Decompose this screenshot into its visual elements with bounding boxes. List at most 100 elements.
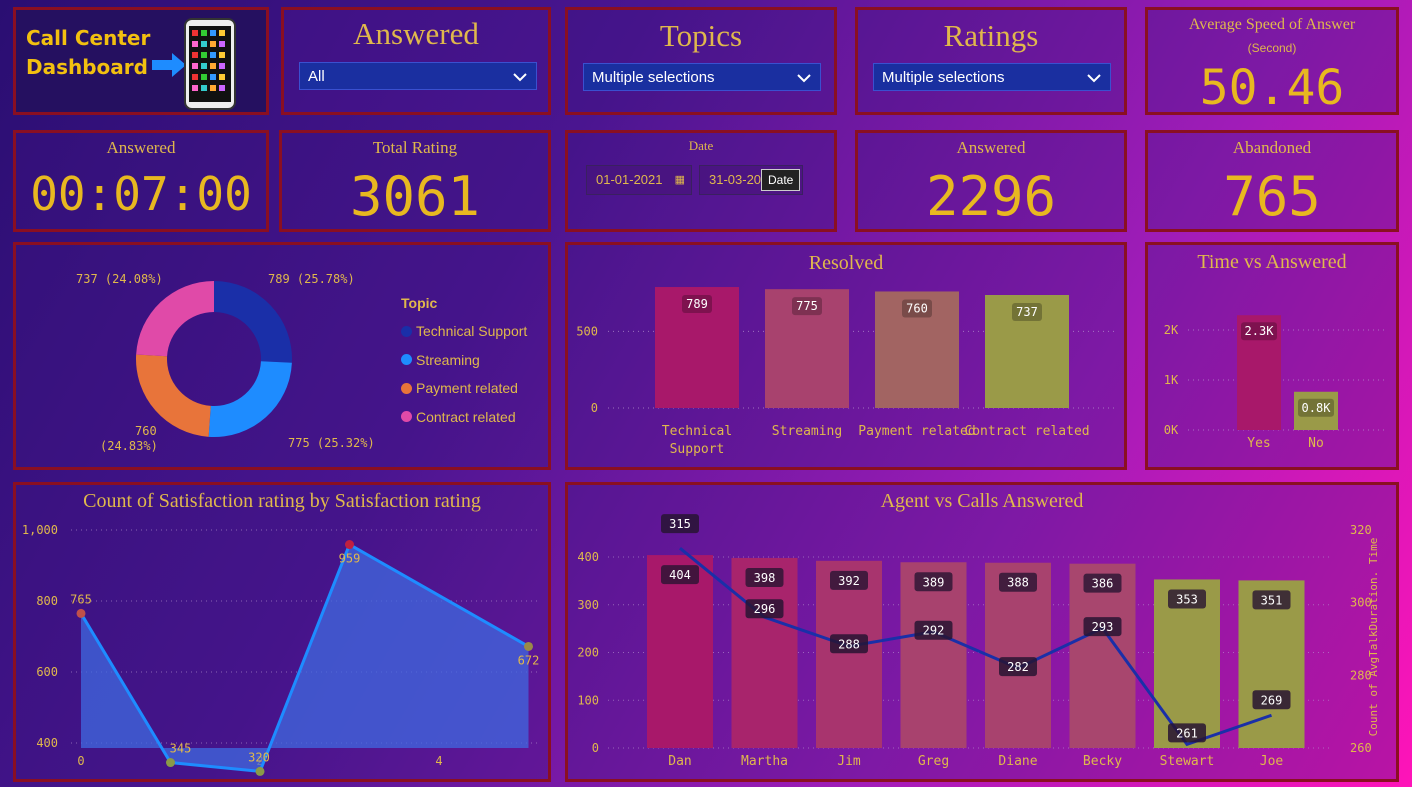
- donut-slice: [136, 281, 214, 357]
- start-date-input[interactable]: 01-01-2021 ▦: [586, 165, 692, 195]
- line-label: 293: [1092, 620, 1114, 634]
- x-tick-label: Technical: [662, 424, 732, 439]
- chevron-down-icon: [796, 64, 812, 102]
- chevron-down-icon: [1086, 64, 1102, 102]
- x-tick-label: Contract related: [964, 424, 1089, 439]
- answered-slicer[interactable]: Answered All: [281, 7, 551, 115]
- arrow-icon: [152, 53, 188, 82]
- legend-item: Technical Support: [401, 317, 527, 346]
- legend-swatch: [401, 382, 412, 394]
- x-tick-label: 4: [435, 754, 442, 768]
- x-tick-label: Stewart: [1160, 754, 1215, 769]
- legend-label: Contract related: [416, 408, 516, 425]
- abandoned-title: Abandoned: [1232, 138, 1312, 157]
- total-rating-title: Total Rating: [372, 138, 458, 157]
- data-point: [524, 641, 533, 651]
- x-tick-label: Yes: [1247, 436, 1270, 451]
- data-label: 737: [1016, 305, 1038, 319]
- date-slicer[interactable]: Date 01-01-2021 ▦ 31-03-20 Date: [565, 130, 837, 232]
- calendar-icon: ▦: [674, 174, 685, 186]
- x-tick-label: Jim: [837, 754, 861, 769]
- y-tick-label: 2K: [1164, 323, 1179, 337]
- data-label: 2.3K: [1245, 324, 1275, 338]
- y2-axis-label: Count of AvgTalkDuration. Time: [1367, 538, 1380, 737]
- legend-item: Streaming: [401, 346, 527, 375]
- y-tick-label: 200: [577, 646, 599, 660]
- topic-legend: Technical Support Streaming Payment relate…: [401, 317, 527, 431]
- y-tick-label: 300: [577, 598, 599, 612]
- answered-slicer-title: Answered: [353, 16, 479, 51]
- line-label: 269: [1261, 693, 1283, 707]
- data-point: [76, 608, 86, 618]
- y-tick-label: 0: [591, 401, 598, 415]
- legend-item: Contract related: [401, 403, 527, 432]
- x-tick-label: Becky: [1083, 754, 1122, 769]
- data-point: [255, 766, 265, 776]
- data-label: 398: [754, 571, 776, 585]
- answered-time-title: Answered: [106, 138, 176, 157]
- topics-slicer[interactable]: Topics Multiple selections: [565, 7, 837, 115]
- x-tick-label: Joe: [1260, 754, 1284, 769]
- topics-dropdown[interactable]: Multiple selections: [583, 63, 821, 91]
- line-label: 288: [838, 637, 860, 651]
- data-label: 789: [686, 297, 708, 311]
- y-tick-label: 0K: [1164, 423, 1179, 437]
- satisfaction-chart: 4006008001,000024765345320959672: [22, 523, 541, 776]
- y-tick-label: 600: [36, 665, 58, 679]
- x-tick-label: Support: [670, 442, 725, 457]
- donut-label-technical: 789 (25.78%): [268, 272, 355, 286]
- data-label: 389: [923, 575, 945, 589]
- answered-count-card: Answered 2296: [855, 130, 1127, 232]
- avg-speed-subtitle: (Second): [1247, 41, 1297, 55]
- y2-tick-label: 260: [1350, 741, 1372, 755]
- line-label: 292: [923, 624, 945, 638]
- legend-swatch: [401, 325, 412, 337]
- topic-donut-card: 789 (25.78%) 775 (25.32%) 760 (24.83%) 737 (…: [13, 242, 551, 470]
- y-tick-label: 1,000: [22, 523, 58, 537]
- resolved-chart: 0 500 789 Technical Support 775 Streaming 760 Pa…: [576, 287, 1114, 457]
- data-label: 775: [796, 299, 818, 313]
- x-tick-label: Dan: [668, 754, 691, 769]
- total-rating-card: Total Rating 3061: [279, 130, 551, 232]
- answered-count-title: Answered: [956, 138, 1026, 157]
- logo-title: Call Center Dashboard: [26, 26, 151, 79]
- satisfaction-card: Count of Satisfaction rating by Satisfac…: [13, 482, 551, 782]
- y-tick-label: 400: [36, 736, 58, 750]
- legend-swatch: [401, 411, 412, 423]
- x-tick-label: Martha: [741, 754, 788, 769]
- data-label: 760: [906, 301, 928, 315]
- legend-swatch: [401, 354, 412, 366]
- data-label: 0.8K: [1302, 401, 1332, 415]
- y-tick-label: 800: [36, 594, 58, 608]
- data-label: 386: [1092, 577, 1114, 591]
- agent-calls-chart: 0100200300400260280300320Count of AvgTal…: [577, 514, 1380, 769]
- legend-label: Technical Support: [416, 323, 528, 340]
- x-tick-label: 0: [77, 754, 84, 768]
- legend-title: Topic: [401, 295, 438, 311]
- data-label: 320: [248, 750, 270, 764]
- ratings-dropdown[interactable]: Multiple selections: [873, 63, 1111, 91]
- answered-dropdown[interactable]: All: [299, 62, 537, 90]
- abandoned-value: 765: [1223, 165, 1321, 228]
- topics-slicer-title: Topics: [659, 18, 743, 53]
- ratings-slicer[interactable]: Ratings Multiple selections: [855, 7, 1127, 115]
- avg-speed-value: 50.46: [1199, 60, 1345, 116]
- line-label: 296: [754, 602, 776, 616]
- line-label: 282: [1007, 660, 1029, 674]
- data-label: 765: [70, 592, 92, 606]
- x-tick-label: Greg: [918, 754, 949, 769]
- ratings-slicer-title: Ratings: [943, 18, 1039, 53]
- time-vs-answered-chart: 0K 1K 2K 2.3K Yes 0.8K No: [1164, 315, 1388, 451]
- phone-icon: [184, 18, 236, 115]
- legend-label: Streaming: [416, 351, 480, 368]
- data-label: 353: [1176, 592, 1198, 606]
- data-label: 345: [170, 742, 192, 756]
- avg-speed-title: Average Speed of Answer: [1188, 16, 1356, 33]
- x-tick-label: Streaming: [772, 424, 842, 439]
- time-vs-answered-card: Time vs Answered 0K 1K 2K 2.3K Yes 0.8K No: [1145, 242, 1399, 470]
- data-label: 392: [838, 574, 860, 588]
- y-tick-label: 500: [576, 324, 598, 338]
- y-tick-label: 1K: [1164, 373, 1179, 387]
- chevron-down-icon: [512, 63, 528, 101]
- x-tick-label: Diane: [998, 754, 1037, 769]
